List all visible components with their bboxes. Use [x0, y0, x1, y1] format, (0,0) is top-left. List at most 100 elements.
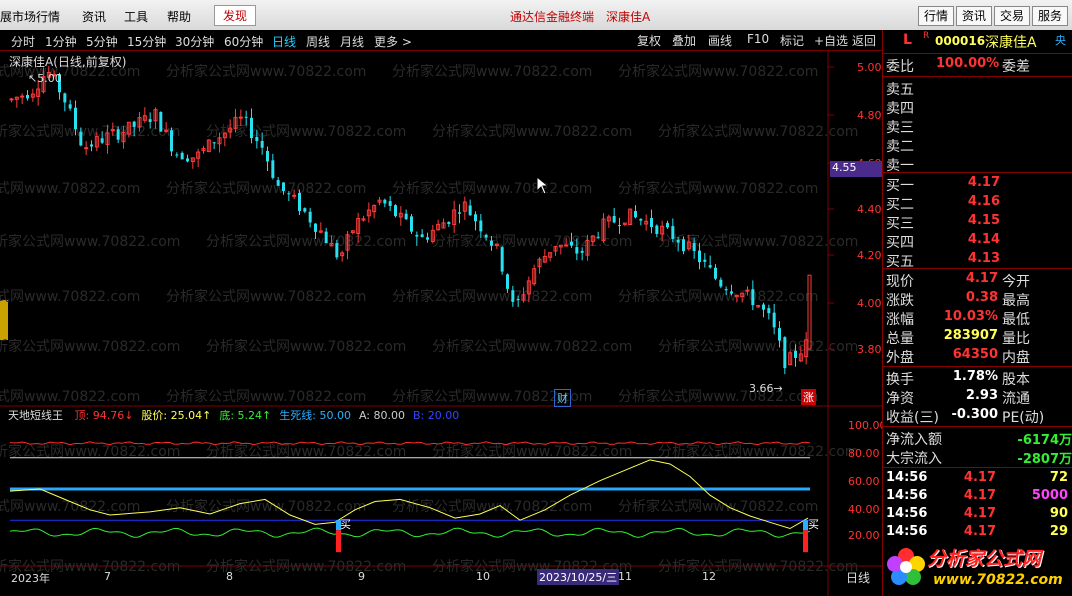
date-label-sep: 9	[358, 570, 365, 583]
tab-timeshare[interactable]: 分时	[11, 33, 35, 50]
logo-area: 分析家公式网 www.70822.com	[883, 538, 1072, 596]
candle-body	[580, 250, 584, 253]
indicator-item: 底: 5.24↑	[219, 409, 272, 422]
candle-body	[762, 304, 765, 310]
buy-signal-bar	[803, 530, 808, 553]
price-axis-label: 4.00	[857, 297, 882, 310]
candle-body	[511, 290, 515, 302]
candle-body	[516, 299, 520, 301]
date-label-dec: 12	[702, 570, 716, 583]
weibi-row: 委比 100.00% 委差	[886, 56, 1030, 75]
candle-body	[271, 160, 275, 178]
watermark-text: 分析家公式网www.70822.com	[618, 180, 818, 197]
tab-60min[interactable]: 60分钟	[224, 33, 263, 50]
menu-news[interactable]: 资讯	[82, 8, 106, 25]
bid-row-label: 买四	[886, 235, 914, 251]
candle-body	[68, 104, 72, 109]
draw-line-button[interactable]: 画线	[708, 32, 732, 49]
tab-more[interactable]: 更多 >	[374, 33, 412, 50]
candle-body	[282, 182, 285, 191]
flow-row: 大宗流入 -2807万	[886, 448, 1072, 467]
candle-body	[639, 219, 643, 221]
overlay-button[interactable]: 叠加	[672, 32, 696, 49]
tick-row: 14:56 4.17 5000	[886, 488, 1072, 507]
candle-body	[676, 239, 680, 243]
date-label-aug: 8	[226, 570, 233, 583]
candle-body	[26, 94, 29, 99]
watermark-text: 分析家公式网www.70822.com	[0, 288, 140, 305]
candle-body	[564, 244, 569, 247]
candle-body	[682, 239, 685, 252]
quote-button[interactable]: 行情	[918, 6, 954, 26]
watermark-text: 分析家公式网www.70822.com	[658, 123, 858, 140]
watermark-text: 分析家公式网www.70822.com	[0, 388, 140, 405]
watermark-text: 分析家公式网www.70822.com	[206, 233, 406, 250]
candle-body	[474, 214, 477, 222]
indicator-axis-label: 40.00	[848, 503, 880, 516]
stat-row-label: 现价	[886, 274, 914, 290]
finance-marker[interactable]: 财	[554, 389, 571, 407]
watermark-text: 分析家公式网www.70822.com	[392, 63, 592, 80]
menu-market[interactable]: 展市场行情	[0, 8, 60, 25]
price-line	[9, 459, 809, 530]
sector-tag: 央	[1055, 34, 1066, 47]
tab-5min[interactable]: 5分钟	[86, 33, 118, 50]
candle-body	[180, 152, 184, 160]
candle-body	[410, 216, 413, 232]
stat-row-value: 64350	[952, 347, 998, 362]
ask-row-label: 卖三	[886, 120, 914, 136]
menu-discover[interactable]: 发现	[214, 5, 257, 26]
high-arrow-icon: ↖	[28, 72, 38, 85]
tab-1min[interactable]: 1分钟	[45, 33, 77, 50]
stat2-row-value: -0.300	[951, 407, 998, 422]
watermark-text: 分析家公式网www.70822.com	[166, 180, 366, 197]
candle-body	[110, 129, 115, 132]
flow-row: 净流入额 -6174万	[886, 429, 1072, 448]
stat-row: 总量 283907 量比	[886, 328, 1072, 347]
candle-body	[575, 247, 579, 254]
menu-help[interactable]: 帮助	[167, 8, 191, 25]
tab-monthly[interactable]: 月线	[340, 33, 364, 50]
tick-row-vol: 5000	[1031, 488, 1068, 503]
watermark-text: 分析家公式网www.70822.com	[206, 558, 406, 575]
candle-body	[63, 93, 67, 103]
candle-body	[159, 112, 163, 132]
tick-row-value: 4.17	[963, 470, 996, 485]
tab-30min[interactable]: 30分钟	[175, 33, 214, 50]
service-button[interactable]: 服务	[1032, 6, 1068, 26]
low-arrow-icon: →	[773, 382, 783, 395]
tab-15min[interactable]: 15分钟	[127, 33, 166, 50]
indicator-name[interactable]: 天地短线王	[8, 409, 63, 422]
indicator-item: A: 80.00	[358, 409, 405, 422]
candle-body	[655, 225, 659, 235]
candle-body	[506, 274, 509, 289]
add-favorite-button[interactable]: +自选	[814, 32, 848, 49]
low-marker: 3.66→	[749, 382, 783, 395]
candle-body	[255, 136, 259, 142]
menu-tools[interactable]: 工具	[124, 8, 148, 25]
indicator-item: 股价: 25.04↑	[141, 409, 212, 422]
candle-body	[388, 201, 392, 206]
bid-row: 买一 4.17	[886, 175, 1072, 194]
kline-chart[interactable]: 分析家公式网www.70822.com 分析家公式网www.70822.com 分析…	[0, 51, 882, 596]
ask-row: 卖四	[886, 98, 1072, 117]
watermark-text: 分析家公式网www.70822.com	[658, 233, 858, 250]
tab-daily[interactable]: 日线	[272, 33, 296, 50]
watermark-text: 分析家公式网www.70822.com	[658, 558, 858, 575]
stat-row-label: 涨跌	[886, 293, 914, 309]
f10-button[interactable]: F10	[747, 32, 769, 46]
market-tag: L	[903, 32, 912, 48]
ask-row: 卖三	[886, 117, 1072, 136]
adjust-button[interactable]: 复权	[637, 32, 661, 49]
indicator-axis-label: 60.00	[848, 475, 880, 488]
candle-body	[708, 265, 712, 268]
candle-body	[751, 289, 755, 306]
mark-button[interactable]: 标记	[780, 32, 804, 49]
candle-body	[479, 220, 483, 232]
back-button[interactable]: 返回	[852, 32, 876, 49]
trade-button[interactable]: 交易	[994, 6, 1030, 26]
ask-row: 卖五	[886, 79, 1072, 98]
buy-signal-1: 买	[340, 518, 351, 531]
tab-weekly[interactable]: 周线	[306, 33, 330, 50]
news-button[interactable]: 资讯	[956, 6, 992, 26]
